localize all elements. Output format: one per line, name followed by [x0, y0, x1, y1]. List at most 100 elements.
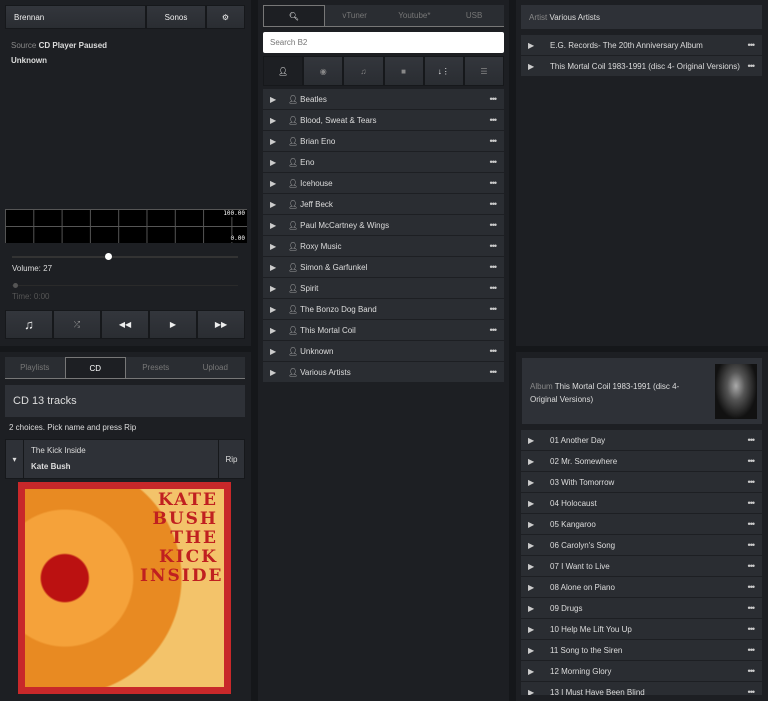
artist-row[interactable]: ▶ 👤︎ Blood, Sweat & Tears ••• — [263, 110, 504, 131]
play-icon[interactable]: ▶ — [528, 520, 536, 529]
play-icon[interactable]: ▶ — [528, 625, 536, 634]
play-icon[interactable]: ▶ — [270, 284, 278, 293]
more-icon[interactable]: ••• — [748, 666, 756, 676]
track-row[interactable]: ▶ 02 Mr. Somewhere ••• — [521, 451, 762, 472]
more-icon[interactable]: ••• — [748, 435, 756, 445]
volume-thumb[interactable] — [105, 253, 112, 260]
play-icon[interactable]: ▶ — [270, 95, 278, 104]
album-row[interactable]: ▶ This Mortal Coil 1983-1991 (disc 4- Ori… — [521, 56, 762, 77]
play-icon[interactable]: ▶ — [528, 604, 536, 613]
play-icon[interactable]: ▶ — [270, 347, 278, 356]
artist-row[interactable]: ▶ 👤︎ Eno ••• — [263, 152, 504, 173]
filter-track[interactable]: ♫ — [343, 56, 384, 86]
track-row[interactable]: ▶ 12 Morning Glory ••• — [521, 661, 762, 682]
sort-button[interactable]: ↓⋮ — [423, 56, 464, 86]
play-icon[interactable]: ▶ — [528, 667, 536, 676]
artist-row[interactable]: ▶ 👤︎ Roxy Music ••• — [263, 236, 504, 257]
more-icon[interactable]: ••• — [748, 561, 756, 571]
track-row[interactable]: ▶ 04 Holocaust ••• — [521, 493, 762, 514]
more-icon[interactable]: ••• — [748, 40, 756, 50]
fast-forward-button[interactable]: ▶▶ — [197, 310, 245, 339]
rip-button[interactable]: Rip — [218, 440, 244, 478]
album-row[interactable]: ▶ E.G. Records- The 20th Anniversary Albu… — [521, 35, 762, 56]
volume-slider[interactable] — [12, 253, 238, 260]
play-icon[interactable]: ▶ — [528, 541, 536, 550]
more-icon[interactable]: ••• — [748, 540, 756, 550]
more-icon[interactable]: ••• — [490, 136, 498, 146]
more-icon[interactable]: ••• — [490, 199, 498, 209]
more-icon[interactable]: ••• — [748, 645, 756, 655]
artist-row[interactable]: ▶ 👤︎ Various Artists ••• — [263, 362, 504, 383]
more-icon[interactable]: ••• — [490, 220, 498, 230]
music-button[interactable]: ♫ — [5, 310, 53, 339]
tab-presets[interactable]: Presets — [126, 357, 186, 378]
play-icon[interactable]: ▶ — [270, 200, 278, 209]
more-icon[interactable]: ••• — [748, 61, 756, 71]
more-icon[interactable]: ••• — [490, 367, 498, 377]
room-button[interactable]: Brennan — [5, 5, 146, 29]
play-icon[interactable]: ▶ — [528, 562, 536, 571]
settings-button[interactable]: ⚙ — [206, 5, 245, 29]
track-row[interactable]: ▶ 07 I Want to Live ••• — [521, 556, 762, 577]
more-icon[interactable]: ••• — [490, 325, 498, 335]
play-icon[interactable]: ▶ — [270, 116, 278, 125]
play-icon[interactable]: ▶ — [528, 688, 536, 696]
track-row[interactable]: ▶ 08 Alone on Piano ••• — [521, 577, 762, 598]
artist-row[interactable]: ▶ 👤︎ The Bonzo Dog Band ••• — [263, 299, 504, 320]
play-icon[interactable]: ▶ — [528, 583, 536, 592]
play-icon[interactable]: ▶ — [528, 41, 536, 50]
more-icon[interactable]: ••• — [490, 304, 498, 314]
artist-row[interactable]: ▶ 👤︎ Simon & Garfunkel ••• — [263, 257, 504, 278]
play-icon[interactable]: ▶ — [528, 62, 536, 71]
more-icon[interactable]: ••• — [490, 241, 498, 251]
play-icon[interactable]: ▶ — [270, 158, 278, 167]
tab-usb[interactable]: USB — [444, 5, 504, 26]
play-icon[interactable]: ▶ — [528, 499, 536, 508]
more-icon[interactable]: ••• — [748, 498, 756, 508]
play-icon[interactable]: ▶ — [270, 179, 278, 188]
more-icon[interactable]: ••• — [490, 283, 498, 293]
play-icon[interactable]: ▶ — [528, 436, 536, 445]
more-icon[interactable]: ••• — [490, 178, 498, 188]
rewind-button[interactable]: ◀◀ — [101, 310, 149, 339]
artist-row[interactable]: ▶ 👤︎ Beatles ••• — [263, 89, 504, 110]
artist-row[interactable]: ▶ 👤︎ Spirit ••• — [263, 278, 504, 299]
tab-cd[interactable]: CD — [64, 357, 126, 378]
system-button[interactable]: Sonos — [146, 5, 206, 29]
more-icon[interactable]: ••• — [490, 262, 498, 272]
play-icon[interactable]: ▶ — [270, 221, 278, 230]
list-button[interactable]: ☰ — [463, 56, 505, 86]
play-icon[interactable]: ▶ — [270, 305, 278, 314]
play-icon[interactable]: ▶ — [270, 137, 278, 146]
shuffle-button[interactable]: ⤮ — [53, 310, 101, 339]
tab-search[interactable]: 🔍︎ — [263, 5, 325, 26]
play-icon[interactable]: ▶ — [270, 242, 278, 251]
artist-row[interactable]: ▶ 👤︎ This Mortal Coil ••• — [263, 320, 504, 341]
filter-album[interactable]: ◉ — [303, 56, 344, 86]
tab-upload[interactable]: Upload — [185, 357, 245, 378]
more-icon[interactable]: ••• — [748, 477, 756, 487]
play-icon[interactable]: ▶ — [270, 326, 278, 335]
more-icon[interactable]: ••• — [748, 519, 756, 529]
more-icon[interactable]: ••• — [748, 456, 756, 466]
play-button[interactable]: ▶ — [149, 310, 197, 339]
track-row[interactable]: ▶ 09 Drugs ••• — [521, 598, 762, 619]
search-input[interactable] — [263, 32, 504, 53]
more-icon[interactable]: ••• — [490, 157, 498, 167]
play-icon[interactable]: ▶ — [528, 457, 536, 466]
play-icon[interactable]: ▶ — [270, 263, 278, 272]
more-icon[interactable]: ••• — [490, 115, 498, 125]
track-row[interactable]: ▶ 06 Carolyn's Song ••• — [521, 535, 762, 556]
tab-playlists[interactable]: Playlists — [5, 357, 65, 378]
track-row[interactable]: ▶ 05 Kangaroo ••• — [521, 514, 762, 535]
tab-vtuner[interactable]: vTuner — [324, 5, 385, 26]
tab-youtube[interactable]: Youtube* — [384, 5, 445, 26]
track-row[interactable]: ▶ 11 Song to the Siren ••• — [521, 640, 762, 661]
time-slider[interactable] — [12, 283, 238, 288]
artist-row[interactable]: ▶ 👤︎ Jeff Beck ••• — [263, 194, 504, 215]
play-icon[interactable]: ▶ — [528, 478, 536, 487]
artist-row[interactable]: ▶ 👤︎ Brian Eno ••• — [263, 131, 504, 152]
artist-row[interactable]: ▶ 👤︎ Unknown ••• — [263, 341, 504, 362]
filter-video[interactable]: ■ — [383, 56, 424, 86]
more-icon[interactable]: ••• — [748, 582, 756, 592]
